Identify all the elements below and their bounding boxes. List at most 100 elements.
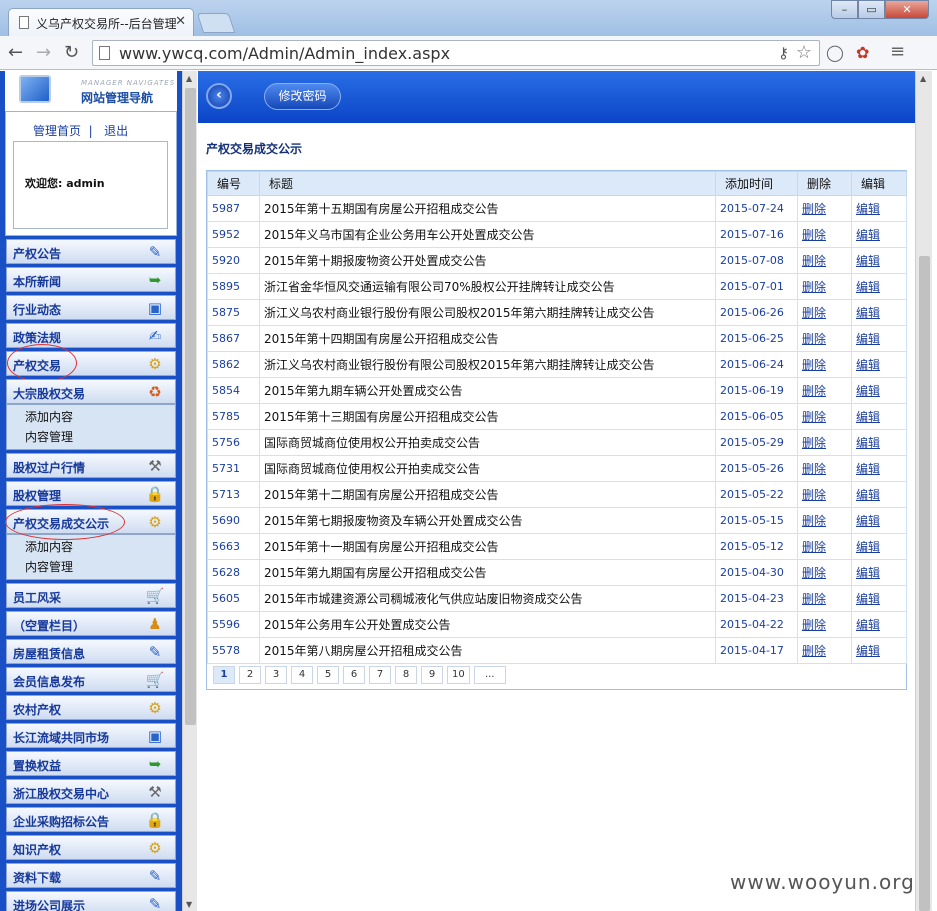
delete-link[interactable]: 删除 — [802, 228, 826, 242]
menu-item[interactable]: 置换权益 ➥ — [6, 751, 176, 776]
edit-link[interactable]: 编辑 — [856, 306, 880, 320]
browser-tab[interactable]: 义乌产权交易所--后台管理 ✕ — [8, 8, 194, 36]
edit-link[interactable]: 编辑 — [856, 280, 880, 294]
change-password-button[interactable]: 修改密码 — [264, 83, 341, 110]
table-row: 5952 2015年义乌市国有企业公务用车公开处置成交公告 2015-07-16 删除… — [207, 221, 907, 248]
edit-link[interactable]: 编辑 — [856, 540, 880, 554]
page-button[interactable]: 4 — [291, 666, 313, 684]
edit-link[interactable]: 编辑 — [856, 566, 880, 580]
menu-item[interactable]: 长江流域共同市场 ▣ — [6, 723, 176, 748]
menu-item[interactable]: 股权管理 🔒 — [6, 481, 176, 506]
menu-icon[interactable]: ≡ — [890, 41, 905, 62]
new-tab-button[interactable] — [196, 13, 236, 33]
edit-link[interactable]: 编辑 — [856, 202, 880, 216]
delete-link[interactable]: 删除 — [802, 436, 826, 450]
delete-link[interactable]: 删除 — [802, 566, 826, 580]
scroll-down-icon[interactable]: ▼ — [186, 900, 192, 909]
menu-item[interactable]: 员工风采 🛒 — [6, 583, 176, 608]
menu-item[interactable]: 资料下载 ✎ — [6, 863, 176, 888]
submenu-item[interactable]: 添加内容 — [25, 537, 175, 557]
menu-item[interactable]: 产权交易 ⚙ — [6, 344, 176, 382]
cell-date: 2015-05-15 — [715, 507, 798, 534]
page-more-button[interactable]: ... — [473, 666, 506, 684]
delete-link[interactable]: 删除 — [802, 280, 826, 294]
extension-circle-icon[interactable]: ◯ — [826, 43, 844, 62]
edit-link[interactable]: 编辑 — [856, 410, 880, 424]
menu-item[interactable]: 知识产权 ⚙ — [6, 835, 176, 860]
delete-link[interactable]: 删除 — [802, 358, 826, 372]
menu-item[interactable]: 进场公司展示 ✎ — [6, 891, 176, 911]
edit-link[interactable]: 编辑 — [856, 514, 880, 528]
minimize-button[interactable]: – — [831, 0, 858, 19]
edit-link[interactable]: 编辑 — [856, 358, 880, 372]
back-arrow-icon[interactable]: ← — [8, 42, 23, 63]
page-button[interactable]: 8 — [395, 666, 417, 684]
edit-link[interactable]: 编辑 — [856, 592, 880, 606]
submenu-item[interactable]: 内容管理 — [25, 427, 175, 447]
delete-link[interactable]: 删除 — [802, 202, 826, 216]
edit-link[interactable]: 编辑 — [856, 436, 880, 450]
edit-link[interactable]: 编辑 — [856, 254, 880, 268]
menu-item[interactable]: 行业动态 ▣ — [6, 295, 176, 320]
delete-link[interactable]: 删除 — [802, 644, 826, 658]
edit-link[interactable]: 编辑 — [856, 644, 880, 658]
menu-item[interactable]: 会员信息发布 🛒 — [6, 667, 176, 692]
edit-link[interactable]: 编辑 — [856, 488, 880, 502]
admin-home-link[interactable]: 管理首页 — [33, 124, 81, 138]
menu-item[interactable]: 房屋租赁信息 ✎ — [6, 639, 176, 664]
page-button[interactable]: 1 — [213, 666, 235, 684]
reload-icon[interactable]: ↻ — [64, 42, 79, 63]
bookmark-star-icon[interactable]: ☆ — [796, 42, 812, 63]
edit-link[interactable]: 编辑 — [856, 618, 880, 632]
submenu-item[interactable]: 内容管理 — [25, 557, 175, 577]
delete-link[interactable]: 删除 — [802, 540, 826, 554]
page-button[interactable]: 9 — [421, 666, 443, 684]
edit-link[interactable]: 编辑 — [856, 228, 880, 242]
edit-link[interactable]: 编辑 — [856, 462, 880, 476]
delete-link[interactable]: 删除 — [802, 410, 826, 424]
key-icon[interactable]: ⚷ — [778, 44, 789, 62]
menu-item[interactable]: 产权公告 ✎ — [6, 239, 176, 264]
maximize-button[interactable]: ▭ — [858, 0, 885, 19]
logout-link[interactable]: 退出 — [104, 124, 128, 138]
address-bar[interactable]: www.ywcq.com/Admin/Admin_index.aspx ⚷ ☆ — [92, 40, 820, 66]
delete-link[interactable]: 删除 — [802, 462, 826, 476]
delete-link[interactable]: 删除 — [802, 254, 826, 268]
url-text[interactable]: www.ywcq.com/Admin/Admin_index.aspx — [119, 44, 450, 63]
submenu-item[interactable]: 添加内容 — [25, 407, 175, 427]
edit-link[interactable]: 编辑 — [856, 384, 880, 398]
back-button[interactable]: ‹ — [206, 83, 232, 109]
menu-item[interactable]: 本所新闻 ➥ — [6, 267, 176, 292]
main-scroll-thumb[interactable] — [919, 256, 930, 911]
menu-item[interactable]: （空置栏目） ♟ — [6, 611, 176, 636]
page-button[interactable]: 5 — [317, 666, 339, 684]
delete-link[interactable]: 删除 — [802, 592, 826, 606]
forward-arrow-icon[interactable]: → — [36, 42, 51, 63]
scroll-up-icon[interactable]: ▲ — [186, 74, 192, 83]
menu-item[interactable]: 产权交易成交公示 ⚙ — [5, 504, 176, 540]
page-button[interactable]: 2 — [239, 666, 261, 684]
page-button[interactable]: 7 — [369, 666, 391, 684]
delete-link[interactable]: 删除 — [802, 488, 826, 502]
nav-scrollbar[interactable]: ▲ ▼ — [182, 71, 197, 911]
page-button[interactable]: 10 — [447, 666, 470, 684]
tab-close-icon[interactable]: ✕ — [175, 14, 186, 29]
menu-item[interactable]: 企业采购招标公告 🔒 — [6, 807, 176, 832]
edit-link[interactable]: 编辑 — [856, 332, 880, 346]
close-window-button[interactable]: ✕ — [885, 0, 929, 19]
menu-item[interactable]: 大宗股权交易 ♻ — [6, 379, 176, 404]
menu-item[interactable]: 浙江股权交易中心 ⚒ — [6, 779, 176, 804]
menu-item[interactable]: 农村产权 ⚙ — [6, 695, 176, 720]
scroll-up-icon[interactable]: ▲ — [920, 74, 926, 83]
page-button[interactable]: 6 — [343, 666, 365, 684]
menu-item[interactable]: 股权过户行情 ⚒ — [6, 453, 176, 478]
page-button[interactable]: 3 — [265, 666, 287, 684]
nav-scroll-thumb[interactable] — [185, 88, 196, 725]
delete-link[interactable]: 删除 — [802, 514, 826, 528]
delete-link[interactable]: 删除 — [802, 332, 826, 346]
main-scrollbar[interactable]: ▲ — [915, 71, 932, 911]
delete-link[interactable]: 删除 — [802, 618, 826, 632]
extension-badge-icon[interactable]: ✿ — [856, 43, 869, 62]
delete-link[interactable]: 删除 — [802, 384, 826, 398]
delete-link[interactable]: 删除 — [802, 306, 826, 320]
